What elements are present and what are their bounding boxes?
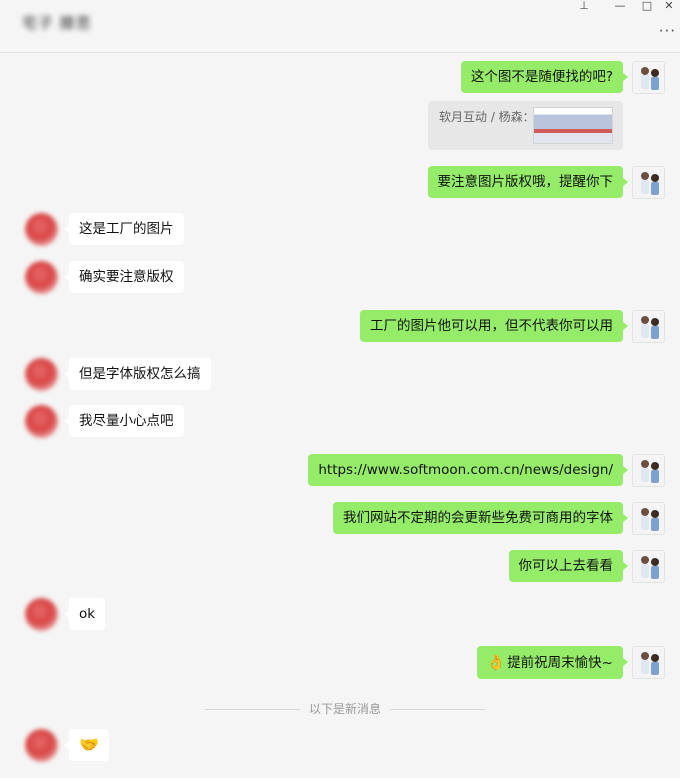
title-bar: 宅子 滕思 ⊥ — □ ✕ ··· [0,0,680,53]
message-bubble-sent[interactable]: 工厂的图片他可以用，但不代表你可以用 [360,310,628,342]
avatar[interactable] [632,166,665,199]
message-text: 提前祝周末愉快~ [507,655,613,671]
message-row: 这是工厂的图片 [0,212,680,248]
ok-hand-icon: 👌 [486,653,506,671]
avatar[interactable] [632,310,665,343]
message-bubble-sent[interactable]: 👌 提前祝周末愉快~ [476,646,628,679]
avatar[interactable] [632,646,665,679]
avatar[interactable] [632,61,665,94]
avatar[interactable] [25,405,58,438]
message-bubble-sent[interactable]: 要注意图片版权哦，提醒你下 [427,166,628,198]
message-row: 我尽量小心点吧 [0,404,680,440]
message-row: ok [0,597,680,633]
minimize-button[interactable]: — [608,0,632,14]
message-bubble-sent[interactable]: 我们网站不定期的会更新些免费可商用的字体 [333,502,628,534]
handshake-icon[interactable]: 🤝 [64,729,109,761]
message-bubble-received[interactable]: 确实要注意版权 [64,261,184,293]
maximize-button[interactable]: □ [635,0,659,14]
pin-icon[interactable]: ⊥ [572,0,596,14]
avatar[interactable] [25,261,58,294]
message-bubble-sent[interactable]: 这个图不是随便找的吧? [460,61,629,93]
quote-image-thumbnail[interactable] [533,107,613,144]
more-options-icon[interactable]: ··· [659,22,676,40]
message-row: 🤝 [0,728,680,766]
avatar[interactable] [25,729,58,762]
message-bubble-sent[interactable]: 你可以上去看看 [508,550,628,582]
message-bubble-received[interactable]: 我尽量小心点吧 [64,405,184,437]
message-row: 要注意图片版权哦，提醒你下 [0,165,680,201]
message-row: https://www.softmoon.com.cn/news/design/ [0,453,680,489]
message-row: 但是字体版权怎么搞 [0,357,680,393]
message-row: 👌 提前祝周末愉快~ [0,645,680,681]
chat-title: 宅子 滕思 [22,14,92,32]
avatar[interactable] [25,598,58,631]
message-row: 工厂的图片他可以用，但不代表你可以用 [0,309,680,345]
message-row: 这个图不是随便找的吧? [0,60,680,96]
message-row: 软月互动 / 杨森： [0,101,680,151]
quoted-message[interactable]: 软月互动 / 杨森： [428,101,623,150]
message-row: 我们网站不定期的会更新些免费可商用的字体 [0,501,680,537]
message-bubble-received[interactable]: 这是工厂的图片 [64,213,184,245]
link-message[interactable]: https://www.softmoon.com.cn/news/design/ [308,454,628,486]
message-bubble-received[interactable]: 但是字体版权怎么搞 [64,358,211,390]
quote-author: 软月互动 / 杨森： [439,110,535,124]
avatar[interactable] [25,213,58,246]
message-bubble-received[interactable]: ok [63,598,106,630]
avatar[interactable] [25,358,58,391]
new-messages-divider-label: 以下是新消息 [300,700,390,717]
avatar[interactable] [632,454,665,487]
message-row: 确实要注意版权 [0,260,680,296]
avatar[interactable] [632,502,665,535]
avatar[interactable] [632,550,665,583]
close-button[interactable]: ✕ [657,0,680,14]
message-row: 你可以上去看看 [0,549,680,585]
